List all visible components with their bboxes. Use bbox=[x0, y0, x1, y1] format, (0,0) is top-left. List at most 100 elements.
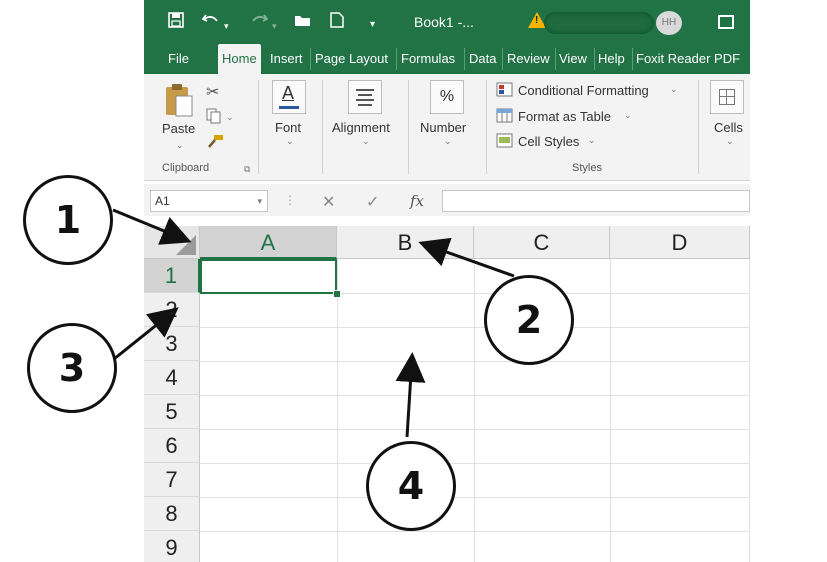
column-header-b[interactable]: B bbox=[337, 226, 474, 259]
formula-bar-grip-icon[interactable]: ⋮ bbox=[284, 193, 296, 207]
row-header-6[interactable]: 6 bbox=[144, 429, 200, 463]
font-button[interactable]: Font bbox=[275, 120, 301, 135]
select-all-button[interactable] bbox=[144, 226, 200, 259]
name-box-value: A1 bbox=[155, 194, 170, 208]
formula-input[interactable] bbox=[442, 190, 750, 212]
paste-dropdown-icon[interactable]: ⌄ bbox=[176, 140, 184, 151]
cell-styles-icon[interactable] bbox=[496, 133, 514, 154]
redo-dropdown-icon[interactable]: ▾ bbox=[272, 16, 277, 36]
tab-separator bbox=[502, 48, 503, 70]
gridline bbox=[200, 429, 750, 430]
cancel-icon[interactable]: ✕ bbox=[322, 192, 335, 212]
redacted-account-name bbox=[544, 12, 654, 34]
active-cell-a1[interactable] bbox=[200, 259, 337, 294]
column-header-c[interactable]: C bbox=[474, 226, 610, 259]
tab-formulas[interactable]: Formulas bbox=[401, 51, 455, 66]
font-color-icon[interactable]: A bbox=[272, 80, 306, 114]
gridline bbox=[610, 259, 611, 562]
tab-file[interactable]: File bbox=[168, 51, 189, 66]
font-dropdown-icon[interactable]: ⌄ bbox=[286, 136, 294, 147]
tab-foxit-reader-pdf[interactable]: Foxit Reader PDF bbox=[636, 51, 740, 66]
gridline bbox=[200, 327, 750, 328]
column-header-d[interactable]: D bbox=[610, 226, 750, 259]
format-as-table-dropdown-icon[interactable]: ⌄ bbox=[624, 110, 632, 121]
alignment-dropdown-icon[interactable]: ⌄ bbox=[362, 136, 370, 147]
tab-data[interactable]: Data bbox=[469, 51, 496, 66]
row-header-9[interactable]: 9 bbox=[144, 531, 200, 562]
enter-icon[interactable]: ✓ bbox=[366, 192, 379, 212]
workbook-title: Book1 -... bbox=[414, 14, 474, 30]
paste-icon[interactable] bbox=[164, 82, 194, 123]
format-as-table-button[interactable]: Format as Table bbox=[518, 109, 611, 124]
tab-home[interactable]: Home bbox=[218, 44, 261, 74]
conditional-formatting-icon[interactable] bbox=[496, 82, 514, 103]
title-bar: ▾ ▾ ▾ Book1 -... ! HH bbox=[144, 0, 750, 44]
format-as-table-icon[interactable] bbox=[496, 108, 514, 129]
group-separator bbox=[486, 80, 487, 174]
conditional-formatting-dropdown-icon[interactable]: ⌄ bbox=[670, 84, 678, 95]
gridline bbox=[200, 361, 750, 362]
row-header-8[interactable]: 8 bbox=[144, 497, 200, 531]
format-painter-icon[interactable] bbox=[206, 134, 224, 153]
callout-3: 3 bbox=[27, 323, 117, 413]
alignment-icon[interactable] bbox=[348, 80, 382, 114]
alignment-button[interactable]: Alignment bbox=[332, 120, 390, 135]
tab-insert[interactable]: Insert bbox=[270, 51, 303, 66]
gridline bbox=[200, 531, 750, 532]
callout-1: 1 bbox=[23, 175, 113, 265]
tab-separator bbox=[632, 48, 633, 70]
copy-icon[interactable] bbox=[206, 108, 222, 129]
group-separator bbox=[322, 80, 323, 174]
redo-icon[interactable] bbox=[250, 12, 269, 34]
row-header-5[interactable]: 5 bbox=[144, 395, 200, 429]
name-box-dropdown-icon[interactable]: ▾ bbox=[257, 191, 262, 211]
name-box[interactable]: A1 ▾ bbox=[150, 190, 268, 212]
copy-dropdown-icon[interactable]: ⌄ bbox=[226, 112, 234, 123]
save-icon[interactable] bbox=[168, 12, 184, 34]
cut-icon[interactable]: ✂ bbox=[206, 82, 219, 102]
tab-review[interactable]: Review bbox=[507, 51, 550, 66]
tab-view[interactable]: View bbox=[559, 51, 587, 66]
number-button[interactable]: Number bbox=[420, 120, 466, 135]
insert-function-icon[interactable]: fx bbox=[410, 192, 424, 210]
fill-handle[interactable] bbox=[333, 290, 341, 298]
new-file-icon[interactable] bbox=[330, 12, 344, 34]
callout-2: 2 bbox=[484, 275, 574, 365]
cells-dropdown-icon[interactable]: ⌄ bbox=[726, 136, 734, 147]
column-header-a[interactable]: A bbox=[200, 226, 337, 259]
gridline bbox=[337, 259, 338, 562]
customize-icon[interactable]: ▾ bbox=[370, 15, 375, 35]
dialog-launcher-icon[interactable]: ⧉ bbox=[244, 164, 250, 175]
tab-help[interactable]: Help bbox=[598, 51, 625, 66]
row-header-4[interactable]: 4 bbox=[144, 361, 200, 395]
tab-separator bbox=[396, 48, 397, 70]
tab-separator bbox=[594, 48, 595, 70]
gridline bbox=[749, 259, 750, 562]
gridline bbox=[200, 463, 750, 464]
number-dropdown-icon[interactable]: ⌄ bbox=[444, 136, 452, 147]
group-separator bbox=[698, 80, 699, 174]
row-header-3[interactable]: 3 bbox=[144, 327, 200, 361]
avatar[interactable]: HH bbox=[656, 11, 682, 35]
cell-styles-dropdown-icon[interactable]: ⌄ bbox=[588, 135, 596, 146]
callout-4: 4 bbox=[366, 441, 456, 531]
tab-separator bbox=[464, 48, 465, 70]
cells-button[interactable]: Cells bbox=[714, 120, 743, 135]
tab-page-layout[interactable]: Page Layout bbox=[315, 51, 388, 66]
gridline bbox=[200, 395, 750, 396]
row-header-2[interactable]: 2 bbox=[144, 293, 200, 327]
group-separator bbox=[258, 80, 259, 174]
restore-icon[interactable] bbox=[718, 15, 734, 29]
open-folder-icon[interactable] bbox=[294, 12, 312, 34]
cell-styles-button[interactable]: Cell Styles bbox=[518, 134, 579, 149]
number-format-icon[interactable]: % bbox=[430, 80, 464, 114]
conditional-formatting-button[interactable]: Conditional Formatting bbox=[518, 83, 649, 98]
ribbon-tabs: File Home Insert Page Layout Formulas Da… bbox=[144, 44, 750, 74]
row-header-7[interactable]: 7 bbox=[144, 463, 200, 497]
undo-icon[interactable] bbox=[201, 12, 220, 34]
formula-bar: A1 ▾ ⋮ ✕ ✓ fx bbox=[144, 184, 750, 216]
cells-icon[interactable] bbox=[710, 80, 744, 114]
row-header-1[interactable]: 1 bbox=[144, 259, 200, 293]
paste-button[interactable]: Paste bbox=[162, 121, 195, 136]
undo-dropdown-icon[interactable]: ▾ bbox=[224, 16, 229, 36]
